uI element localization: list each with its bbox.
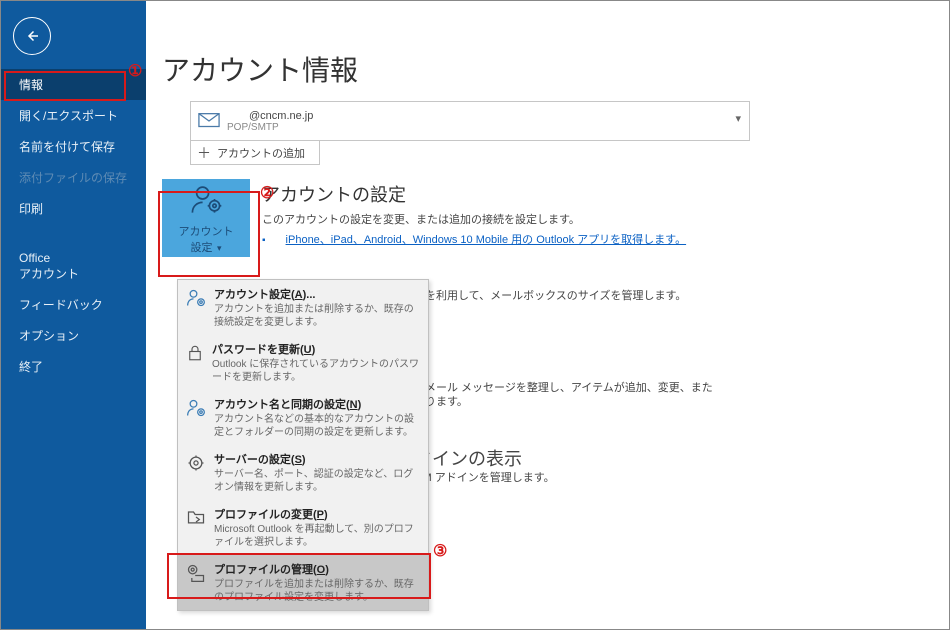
menu-item-title: アカウント名と同期の設定(N) xyxy=(214,396,420,412)
settings-subtext: このアカウントの設定を変更、または追加の接続を設定します。 xyxy=(262,211,919,227)
menu-item-desc: サーバー名、ポート、認証の設定など、ログオン情報を更新します。 xyxy=(214,468,420,494)
account-settings-section: アカウント 設定 ▾ アカウントの設定 このアカウントの設定を変更、または追加の… xyxy=(162,179,949,257)
menu-item-account-settings[interactable]: アカウント設定(A)...アカウントを追加または削除するか、既存の接続設定を変更… xyxy=(178,280,428,335)
menu-item-desc: Outlook に保存されているアカウントのパスワードを更新します。 xyxy=(212,358,420,384)
page-title: アカウント情報 xyxy=(162,49,949,89)
settings-heading: アカウントの設定 xyxy=(262,181,919,207)
sidebar-item-label: 終了 xyxy=(19,360,43,374)
menu-item-desc: プロファイルを追加または削除するか、既存のプロファイル設定を変更します。 xyxy=(214,578,420,604)
chevron-down-icon[interactable]: ▾ xyxy=(735,112,741,125)
sidebar-item-feedback[interactable]: フィードバック xyxy=(1,289,146,320)
add-account-button[interactable]: ＋ アカウントの追加 xyxy=(190,141,320,165)
sidebar-item-info[interactable]: 情報 xyxy=(1,69,146,100)
menu-item-title: サーバーの設定(S) xyxy=(214,451,420,467)
menu-item-title: プロファイルの管理(O) xyxy=(214,561,420,577)
folder-arrow-icon xyxy=(186,506,206,526)
back-button[interactable] xyxy=(13,17,51,55)
gear-folder-icon xyxy=(186,561,206,583)
account-email: @cncm.ne.jp xyxy=(227,110,313,122)
sidebar-item-label: 印刷 xyxy=(19,202,43,216)
sidebar-item-label: Office アカウント xyxy=(19,251,79,281)
menu-item-server-settings[interactable]: サーバーの設定(S)サーバー名、ポート、認証の設定など、ログオン情報を更新します… xyxy=(178,445,428,500)
menu-item-desc: アカウント名などの基本的なアカウントの設定とフォルダーの同期の設定を更新します。 xyxy=(214,413,420,439)
add-account-label: アカウントの追加 xyxy=(217,145,305,161)
sidebar-item-open-export[interactable]: 開く/エクスポート xyxy=(1,100,146,131)
annotation-num-2: ② xyxy=(260,183,274,203)
sidebar-item-label: 情報 xyxy=(19,78,43,92)
user-gear-icon xyxy=(186,286,206,308)
sidebar-item-print[interactable]: 印刷 xyxy=(1,193,146,224)
get-outlook-app-link[interactable]: iPhone、iPad、Android、Windows 10 Mobile 用の… xyxy=(286,234,687,246)
account-type: POP/SMTP xyxy=(227,122,313,133)
account-settings-menu: アカウント設定(A)...アカウントを追加または削除するか、既存の接続設定を変更… xyxy=(177,279,429,611)
sidebar-item-label: 開く/エクスポート xyxy=(19,109,118,123)
mail-icon xyxy=(197,109,221,133)
menu-item-manage-profiles[interactable]: プロファイルの管理(O)プロファイルを追加または削除するか、既存のプロファイル設… xyxy=(178,555,428,610)
backstage-sidebar: 情報 開く/エクスポート 名前を付けて保存 添付ファイルの保存 印刷 Offic… xyxy=(1,1,146,629)
menu-item-change-profile[interactable]: プロファイルの変更(P)Microsoft Outlook を再起動して、別のプ… xyxy=(178,500,428,555)
account-selector[interactable]: @cncm.ne.jp POP/SMTP ▾ xyxy=(190,101,750,141)
chevron-down-icon: ▾ xyxy=(214,243,221,253)
lock-icon xyxy=(186,341,204,363)
menu-item-title: パスワードを更新(U) xyxy=(212,341,420,357)
sidebar-item-label: オプション xyxy=(19,329,79,343)
menu-item-title: プロファイルの変更(P) xyxy=(214,506,420,522)
arrow-left-icon xyxy=(23,27,41,45)
sidebar-item-exit[interactable]: 終了 xyxy=(1,351,146,382)
menu-item-title: アカウント設定(A)... xyxy=(214,286,420,302)
menu-item-update-password[interactable]: パスワードを更新(U)Outlook に保存されているアカウントのパスワードを更… xyxy=(178,335,428,390)
sidebar-item-save-as[interactable]: 名前を付けて保存 xyxy=(1,131,146,162)
user-gear-icon xyxy=(186,396,206,418)
addins-text: OM アドインを管理します。 xyxy=(414,469,555,485)
annotation-num-1: ① xyxy=(128,61,142,81)
sidebar-item-label: 添付ファイルの保存 xyxy=(19,171,127,185)
menu-item-account-name-sync[interactable]: アカウント名と同期の設定(N)アカウント名などの基本的なアカウントの設定とフォル… xyxy=(178,390,428,445)
account-settings-tile[interactable]: アカウント 設定 ▾ xyxy=(162,179,250,257)
sidebar-item-label: 名前を付けて保存 xyxy=(19,140,115,154)
sidebar-item-office-account[interactable]: Office アカウント xyxy=(1,244,146,289)
annotation-num-3: ③ xyxy=(433,541,447,561)
addins-heading: ドインの表示 xyxy=(414,445,522,471)
plus-icon: ＋ xyxy=(197,143,211,163)
sidebar-item-label: フィードバック xyxy=(19,298,103,312)
sidebar-item-save-attachments: 添付ファイルの保存 xyxy=(1,162,146,193)
menu-item-desc: アカウントを追加または削除するか、既存の接続設定を変更します。 xyxy=(214,303,420,329)
user-gear-icon xyxy=(189,182,223,219)
menu-item-desc: Microsoft Outlook を再起動して、別のプロファイルを選択します。 xyxy=(214,523,420,549)
sidebar-separator xyxy=(1,224,146,244)
tile-label: アカウント 設定 ▾ xyxy=(179,223,234,255)
mailbox-size-text: 理を利用して、メールボックスのサイズを管理します。 xyxy=(414,287,686,303)
sidebar-item-options[interactable]: オプション xyxy=(1,320,146,351)
gear-icon xyxy=(186,451,206,473)
